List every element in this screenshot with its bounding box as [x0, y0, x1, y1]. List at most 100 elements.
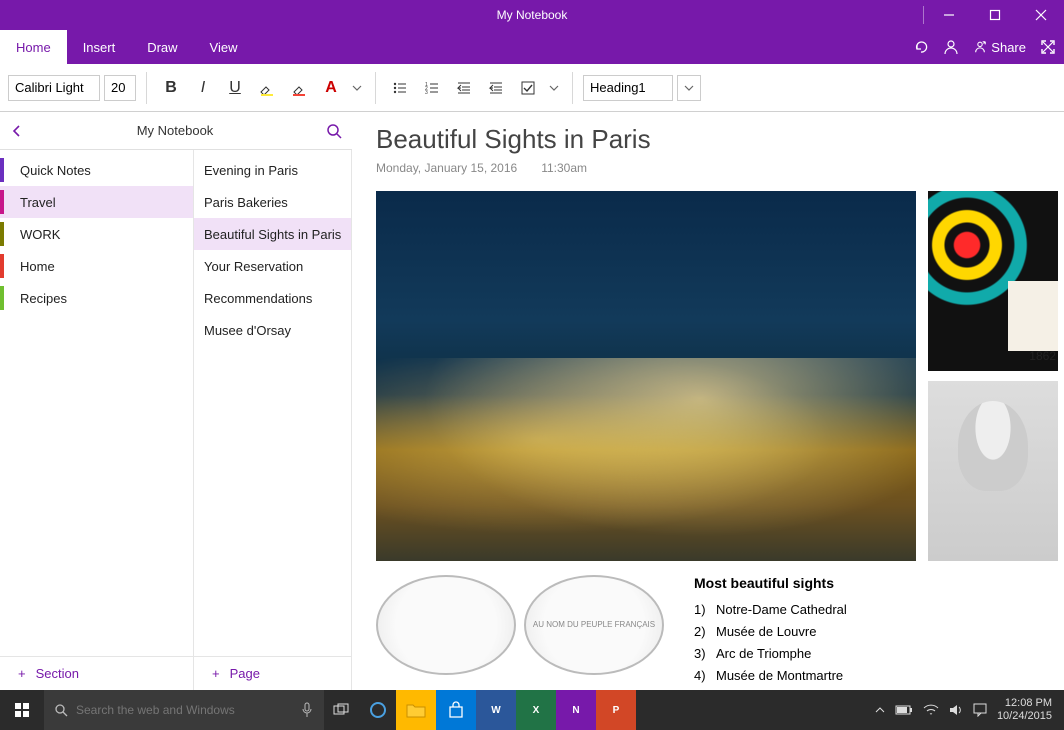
account-button[interactable]	[943, 39, 959, 55]
ink-color-button[interactable]	[285, 74, 313, 102]
volume-icon[interactable]	[949, 704, 963, 716]
indent-button[interactable]	[482, 74, 510, 102]
sights-heading: Most beautiful sights	[694, 575, 847, 591]
underline-button[interactable]: U	[221, 74, 249, 102]
tab-insert[interactable]: Insert	[67, 30, 132, 64]
task-view-button[interactable]	[324, 690, 360, 730]
side-image-1[interactable]: PARI 1862	[928, 191, 1058, 371]
tab-insert-label: Insert	[83, 40, 116, 55]
italic-button[interactable]: I	[189, 74, 217, 102]
battery-icon[interactable]	[895, 705, 913, 715]
close-button[interactable]	[1018, 0, 1064, 30]
pages-column: Evening in Paris Paris Bakeries Beautifu…	[194, 150, 352, 690]
side-sign-text2: 1862	[1029, 349, 1056, 363]
section-work[interactable]: WORK	[0, 218, 193, 250]
section-label: WORK	[20, 227, 60, 242]
excel-icon[interactable]: X	[516, 690, 556, 730]
section-quick-notes[interactable]: Quick Notes	[0, 154, 193, 186]
sight-item[interactable]: 4)Musée de Montmartre	[694, 665, 847, 687]
heading-style-box[interactable]: Heading1	[583, 75, 673, 101]
nav-search-button[interactable]	[326, 123, 342, 139]
bullets-button[interactable]	[386, 74, 414, 102]
edge-icon[interactable]	[360, 690, 396, 730]
svg-text:3: 3	[425, 90, 428, 96]
plus-icon: +	[18, 666, 26, 681]
highlight-button[interactable]	[253, 74, 281, 102]
page-date[interactable]: Monday, January 15, 2016	[376, 161, 517, 175]
windows-taskbar: W X N P 12:08 PM 10/24/2015	[0, 690, 1064, 730]
section-label: Quick Notes	[20, 163, 91, 178]
window-title: My Notebook	[497, 8, 568, 22]
numbering-button[interactable]: 123	[418, 74, 446, 102]
hero-image[interactable]	[376, 191, 916, 561]
font-color-button[interactable]: A	[317, 74, 345, 102]
side-image-2[interactable]	[928, 381, 1058, 561]
ribbon: B I U A 123	[0, 64, 1064, 112]
taskbar-search[interactable]	[44, 690, 324, 730]
heading-style-label: Heading1	[590, 80, 646, 95]
section-label: Recipes	[20, 291, 67, 306]
heading-style-dropdown[interactable]	[677, 75, 701, 101]
sight-item[interactable]: 2)Musée de Louvre	[694, 621, 847, 643]
sight-label: Notre-Dame Cathedral	[716, 602, 847, 617]
page-canvas[interactable]: Beautiful Sights in Paris Monday, Januar…	[352, 112, 1064, 690]
page-musee-dorsay[interactable]: Musee d'Orsay	[194, 314, 351, 346]
clock-time: 12:08 PM	[997, 697, 1052, 710]
page-title[interactable]: Beautiful Sights in Paris	[376, 124, 1064, 155]
tab-home[interactable]: Home	[0, 30, 67, 64]
page-your-reservation[interactable]: Your Reservation	[194, 250, 351, 282]
nav-back-button[interactable]	[10, 124, 24, 138]
outdent-button[interactable]	[450, 74, 478, 102]
page-label: Evening in Paris	[204, 163, 298, 178]
file-explorer-icon[interactable]	[396, 690, 436, 730]
page-paris-bakeries[interactable]: Paris Bakeries	[194, 186, 351, 218]
tray-chevron-icon[interactable]	[875, 705, 885, 715]
page-time[interactable]: 11:30am	[541, 161, 587, 175]
font-name-input[interactable]	[8, 75, 100, 101]
section-recipes[interactable]: Recipes	[0, 282, 193, 314]
page-meta: Monday, January 15, 2016 11:30am	[376, 161, 1064, 175]
tab-draw[interactable]: Draw	[131, 30, 193, 64]
maximize-button[interactable]	[972, 0, 1018, 30]
undo-button[interactable]	[913, 39, 929, 55]
font-size-input[interactable]	[104, 75, 136, 101]
coin-image-2[interactable]: AU NOM DU PEUPLE FRANÇAIS	[524, 575, 664, 675]
tags-dropdown[interactable]	[546, 74, 562, 102]
share-button[interactable]: Share	[973, 40, 1026, 55]
add-section-button[interactable]: + Section	[0, 656, 193, 690]
word-icon[interactable]: W	[476, 690, 516, 730]
add-page-button[interactable]: + Page	[194, 656, 351, 690]
page-beautiful-sights[interactable]: Beautiful Sights in Paris	[194, 218, 351, 250]
section-home[interactable]: Home	[0, 250, 193, 282]
action-center-icon[interactable]	[973, 703, 987, 717]
tab-view[interactable]: View	[194, 30, 254, 64]
page-evening-in-paris[interactable]: Evening in Paris	[194, 154, 351, 186]
page-label: Your Reservation	[204, 259, 303, 274]
start-button[interactable]	[0, 690, 44, 730]
powerpoint-icon[interactable]: P	[596, 690, 636, 730]
wifi-icon[interactable]	[923, 704, 939, 716]
coin-image-1[interactable]	[376, 575, 516, 675]
side-sign-text1: PARI	[1024, 331, 1056, 347]
minimize-button[interactable]	[926, 0, 972, 30]
onenote-icon[interactable]: N	[556, 690, 596, 730]
sight-item[interactable]: 1)Notre-Dame Cathedral	[694, 599, 847, 621]
page-below-row: AU NOM DU PEUPLE FRANÇAIS Most beautiful…	[376, 575, 1064, 687]
section-label: Home	[20, 259, 55, 274]
taskbar-clock[interactable]: 12:08 PM 10/24/2015	[997, 697, 1052, 723]
microphone-icon[interactable]	[300, 701, 314, 719]
fullscreen-button[interactable]	[1040, 39, 1056, 55]
store-icon[interactable]	[436, 690, 476, 730]
tab-draw-label: Draw	[147, 40, 177, 55]
todo-tag-button[interactable]	[514, 74, 542, 102]
sections-column: Quick Notes Travel WORK Home Recipes + S…	[0, 150, 194, 690]
section-travel[interactable]: Travel	[0, 186, 193, 218]
bold-button[interactable]: B	[157, 74, 185, 102]
page-recommendations[interactable]: Recommendations	[194, 282, 351, 314]
sight-item[interactable]: 3)Arc de Triomphe	[694, 643, 847, 665]
tab-view-label: View	[210, 40, 238, 55]
sights-block[interactable]: Most beautiful sights 1)Notre-Dame Cathe…	[694, 575, 847, 687]
taskbar-search-input[interactable]	[76, 703, 292, 717]
text-format-group: B I U A	[157, 74, 365, 102]
font-color-dropdown[interactable]	[349, 74, 365, 102]
